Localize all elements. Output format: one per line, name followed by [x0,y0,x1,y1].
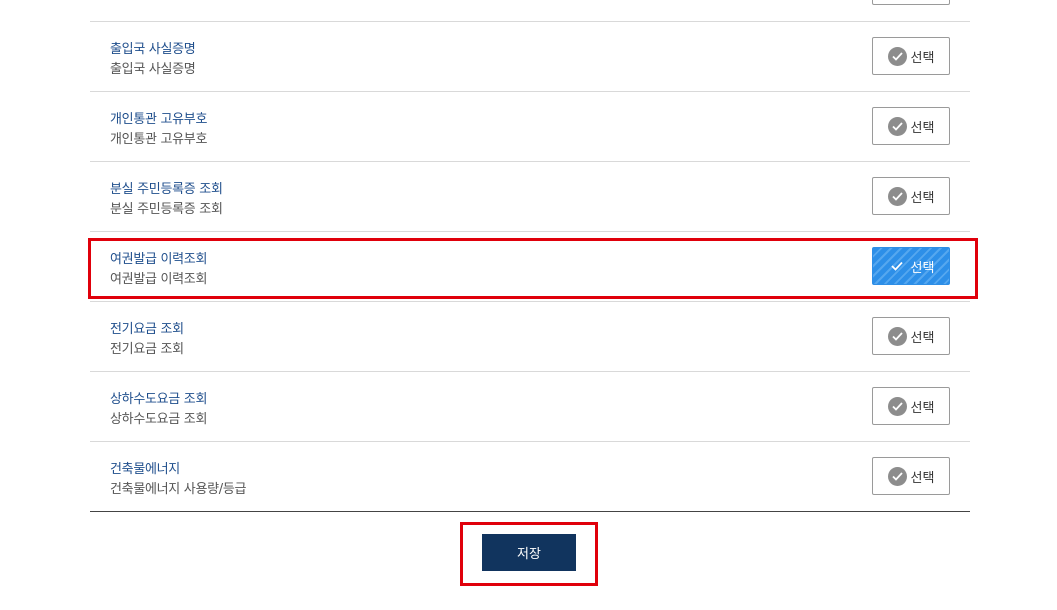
check-icon [888,257,907,276]
item-description: 건축물에너지 사용량/등급 [110,482,247,497]
item-title: 분실 주민등록증 조회 [110,182,223,197]
check-circle-icon [887,116,907,136]
item-description: 상하수도요금 조회 [110,412,208,427]
select-button-label: 선택 [910,330,935,346]
select-button-label: 선택 [910,50,935,66]
list-item-selected: 여권발급 이력조회 여권발급 이력조회 선택 [90,232,970,302]
item-title: 상하수도요금 조회 [110,392,208,407]
list-item: 출입국 사실증명 출입국 사실증명 선택 [90,22,970,92]
item-title: 전기요금 조회 [110,322,184,337]
list-item: 건축물에너지 건축물에너지 사용량/등급 선택 [90,442,970,511]
item-description: 전기요금 조회 [110,342,184,357]
item-title: 개인통관 고유부호 [110,112,208,127]
select-button[interactable]: 선택 [872,0,950,5]
select-button[interactable]: 선택 [872,317,950,355]
select-button-label: 선택 [910,400,935,416]
list-item: 개인통관 고유부호 개인통관 고유부호 선택 [90,92,970,162]
list-item: 전기요금 조회 전기요금 조회 선택 [90,302,970,372]
select-button-label: 선택 [910,260,935,276]
select-button-label: 선택 [910,120,935,136]
list-item: 상하수도요금 조회 상하수도요금 조회 선택 [90,372,970,442]
service-list: 선택 출입국 사실증명 출입국 사실증명 선택 개인통관 고유부호 개인통관 고… [90,0,970,512]
item-title: 출입국 사실증명 [110,42,196,57]
item-description: 개인통관 고유부호 [110,132,208,147]
item-title: 여권발급 이력조회 [110,252,208,267]
select-button[interactable]: 선택 [872,457,950,495]
item-description: 분실 주민등록증 조회 [110,202,223,217]
select-button[interactable]: 선택 [872,107,950,145]
select-button-label: 선택 [910,190,935,206]
item-title: 건축물에너지 [110,462,180,477]
list-item: 선택 [90,0,970,22]
select-button[interactable]: 선택 [872,37,950,75]
check-circle-icon [887,46,907,66]
select-button-active[interactable]: 선택 [872,247,950,285]
item-description: 출입국 사실증명 [110,62,196,77]
check-circle-icon [887,186,907,206]
select-button[interactable]: 선택 [872,177,950,215]
item-description: 여권발급 이력조회 [110,272,208,287]
save-button[interactable]: 저장 [482,534,576,571]
select-button-label: 선택 [910,470,935,486]
select-button[interactable]: 선택 [872,387,950,425]
save-button-highlight: 저장 [460,522,598,586]
check-circle-icon [887,466,907,486]
check-circle-icon [887,396,907,416]
check-circle-icon [887,326,907,346]
list-item: 분실 주민등록증 조회 분실 주민등록증 조회 선택 [90,162,970,232]
